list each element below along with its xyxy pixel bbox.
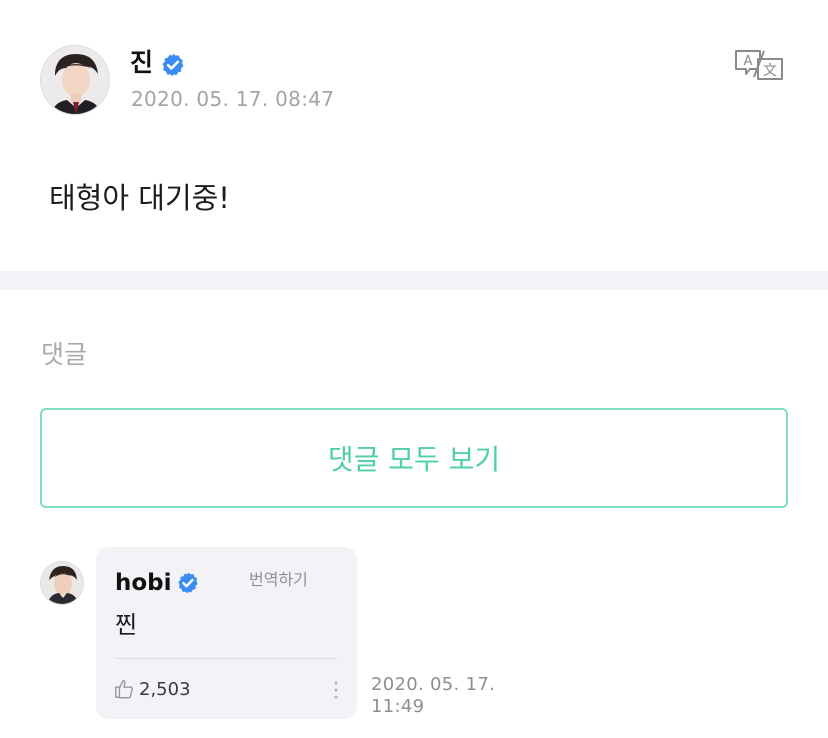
avatar-image bbox=[41, 562, 83, 604]
view-all-comments-button[interactable]: 댓글 모두 보기 bbox=[40, 408, 788, 508]
author-name[interactable]: 진 bbox=[130, 46, 153, 80]
comment-date: 2020. 05. 17. bbox=[371, 674, 496, 695]
post-timestamp: 2020. 05. 17. 08:47 bbox=[131, 87, 335, 111]
view-all-comments-label: 댓글 모두 보기 bbox=[327, 443, 501, 476]
post-body: 태형아 대기중! bbox=[49, 181, 230, 215]
author-avatar[interactable] bbox=[40, 45, 110, 115]
verified-badge-icon bbox=[178, 572, 198, 594]
svg-text:文: 文 bbox=[763, 63, 777, 79]
more-options-button[interactable] bbox=[330, 679, 342, 701]
avatar-image bbox=[41, 46, 109, 114]
section-divider bbox=[0, 271, 828, 290]
comment-time: 11:49 bbox=[371, 696, 425, 717]
comment-divider bbox=[115, 658, 338, 659]
translate-icon: A 文 bbox=[735, 50, 783, 80]
svg-text:A: A bbox=[744, 54, 753, 69]
like-button[interactable]: 2,503 bbox=[113, 676, 191, 702]
thumbs-up-icon bbox=[115, 680, 133, 699]
like-count: 2,503 bbox=[139, 678, 191, 700]
comment-text: 찐 bbox=[115, 611, 138, 639]
comments-heading: 댓글 bbox=[41, 340, 88, 369]
verified-badge-icon bbox=[162, 53, 184, 77]
commenter-avatar[interactable] bbox=[40, 561, 84, 605]
translate-button[interactable]: A 文 bbox=[734, 47, 786, 83]
comment-timestamp: 2020. 05. 17. 11:49 bbox=[371, 674, 521, 718]
commenter-name[interactable]: hobi bbox=[115, 567, 172, 599]
comment-translate-link[interactable]: 번역하기 bbox=[249, 569, 308, 591]
more-vertical-icon bbox=[334, 681, 338, 699]
